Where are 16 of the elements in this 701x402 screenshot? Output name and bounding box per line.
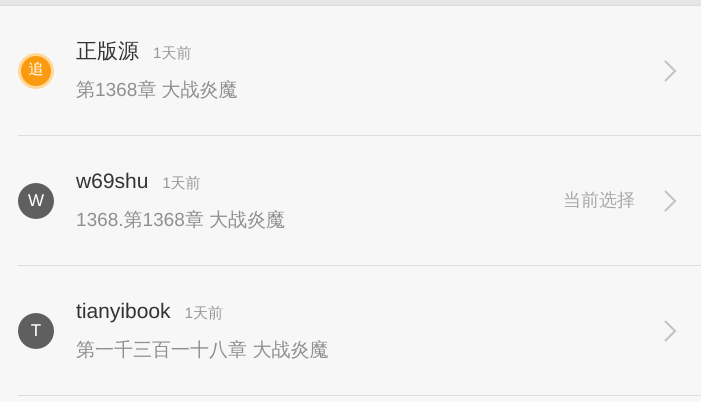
source-avatar: T (18, 312, 54, 348)
source-name: 正版源 (76, 38, 139, 64)
chevron-right-icon (663, 188, 677, 212)
chevron-right-icon (663, 58, 677, 82)
update-time: 1天前 (162, 174, 201, 194)
source-name: w69shu (76, 168, 148, 194)
current-selection-label: 当前选择 (563, 189, 635, 212)
source-name: tianyibook (76, 298, 171, 324)
latest-chapter: 1368.第1368章 大战炎魔 (76, 209, 286, 233)
latest-chapter: 第1368章 大战炎魔 (76, 79, 239, 103)
chevron-right-icon (663, 318, 677, 342)
update-time: 1天前 (184, 304, 223, 324)
update-time: 1天前 (153, 44, 192, 64)
source-avatar: 追 (18, 52, 54, 88)
source-avatar: W (18, 182, 54, 218)
latest-chapter: 第一千三百一十八章 大战炎魔 (76, 339, 330, 363)
